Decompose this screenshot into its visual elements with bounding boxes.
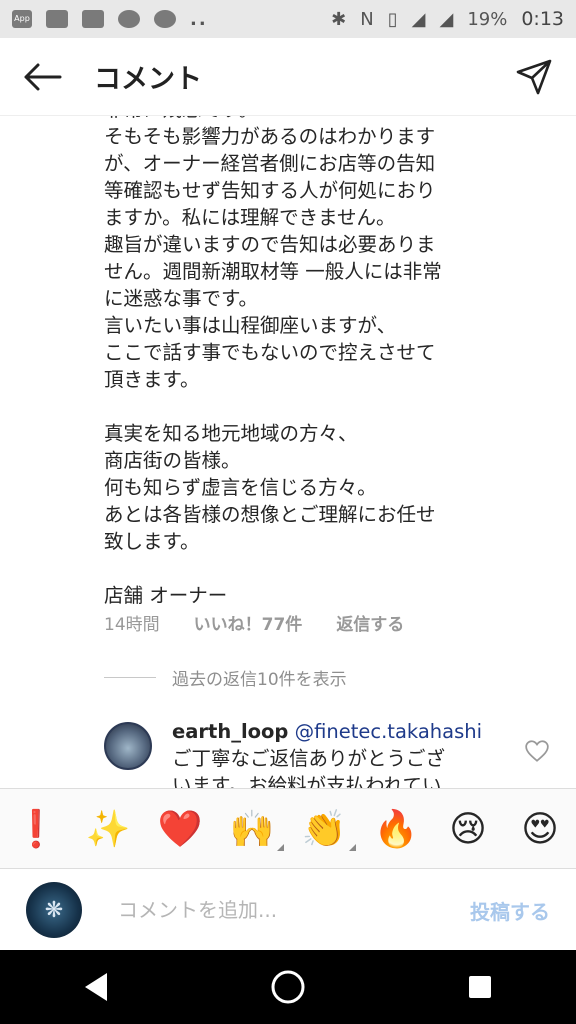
heart-icon[interactable] [524, 738, 550, 764]
red-heart-icon: ❤️ [157, 809, 203, 850]
page-title: コメント [94, 64, 202, 95]
signal-icon: ◢ [439, 8, 454, 30]
nav-back-button[interactable] [66, 957, 126, 1017]
parking-icon [154, 10, 176, 28]
chat-icon [118, 10, 140, 28]
emoji-bar: ❗ ✨ ❤️ 🙌 👏 🔥 😢 😍 [0, 788, 576, 869]
recents-square-icon [469, 976, 491, 998]
post-button[interactable]: 投稿する [470, 896, 550, 925]
status-bar: App .. ✱ N ▯ ◢ ◢ 19% 0:13 [0, 0, 576, 38]
app-icon: App [12, 10, 32, 28]
divider-line [104, 677, 156, 678]
nav-recents-button[interactable] [450, 957, 510, 1017]
sparkles-emoji-button[interactable]: ✨ [84, 805, 132, 853]
app-bar: コメント [0, 38, 576, 116]
reply-button[interactable]: 返信する [336, 610, 404, 635]
back-arrow-icon [24, 63, 62, 90]
share-button[interactable] [506, 49, 562, 105]
raised-hands-emoji-button[interactable]: 🙌 [228, 805, 284, 853]
clapping-emoji-button[interactable]: 👏 [300, 805, 356, 853]
more-dots-icon: .. [190, 8, 208, 30]
reply-content: earth_loop @finetec.takahashi ご丁寧なご返信ありが… [172, 718, 532, 788]
nav-home-button[interactable] [258, 957, 318, 1017]
send-icon [516, 59, 552, 94]
raised-hands-icon: 🙌 [229, 809, 275, 850]
sim-icon [46, 10, 68, 28]
avatar[interactable] [104, 722, 152, 770]
reply-username[interactable]: earth_loop [172, 720, 288, 743]
clock: 0:13 [521, 8, 564, 30]
heart-emoji-button[interactable]: ❤️ [156, 805, 204, 853]
back-button[interactable] [12, 47, 72, 107]
sparkles-icon: ✨ [85, 809, 131, 850]
clapping-hands-icon: 👏 [301, 809, 347, 850]
system-nav-bar [0, 950, 576, 1024]
exclamation-icon: ❗ [13, 809, 59, 850]
reply-text: ご丁寧なご返信ありがとうござ います。お給料が支払われてい [172, 747, 446, 788]
view-replies-label: 過去の返信10件を表示 [172, 670, 347, 690]
snowflake-icon: ❋ [44, 897, 64, 923]
image-icon [82, 10, 104, 28]
heart-eyes-icon: 😍 [521, 808, 559, 850]
comment-text: 非常に残念です。 そもそも影響力があるのはわかります が、オーナー経営者側にお店… [104, 116, 442, 607]
variant-indicator-icon [349, 844, 356, 851]
wifi-icon: ◢ [411, 8, 426, 30]
comment-input-bar: ❋ 投稿する [0, 868, 576, 951]
likes-count-link[interactable]: いいね！77件 [194, 610, 303, 635]
crying-emoji-button[interactable]: 😢 [444, 805, 492, 853]
variant-indicator-icon [277, 844, 284, 851]
reply-item: earth_loop @finetec.takahashi ご丁寧なご返信ありが… [104, 718, 550, 788]
home-circle-icon [271, 970, 305, 1004]
fire-emoji-button[interactable]: 🔥 [372, 805, 420, 853]
fire-icon: 🔥 [373, 809, 419, 850]
bluetooth-icon: ✱ [331, 8, 347, 30]
crying-face-icon: 😢 [449, 808, 487, 850]
nfc-icon: N [360, 8, 374, 30]
reply-mention[interactable]: @finetec.takahashi [295, 720, 482, 743]
status-left: App .. [12, 9, 208, 30]
exclamation-emoji-button[interactable]: ❗ [12, 805, 60, 853]
comment-input[interactable] [116, 897, 470, 923]
comment-time: 14時間 [104, 615, 160, 635]
comment-meta: 14時間 いいね！77件 返信する [104, 610, 404, 635]
heart-eyes-emoji-button[interactable]: 😍 [516, 805, 564, 853]
battery-level: 19% [467, 8, 508, 30]
vibrate-icon: ▯ [387, 8, 398, 30]
avatar: ❋ [26, 882, 82, 938]
status-right: ✱ N ▯ ◢ ◢ 19% 0:13 [331, 8, 564, 30]
back-triangle-icon [85, 973, 107, 1001]
comments-list[interactable]: 非常に残念です。 そもそも影響力があるのはわかります が、オーナー経営者側にお店… [0, 116, 576, 788]
view-replies-button[interactable]: 過去の返信10件を表示 [104, 665, 347, 690]
